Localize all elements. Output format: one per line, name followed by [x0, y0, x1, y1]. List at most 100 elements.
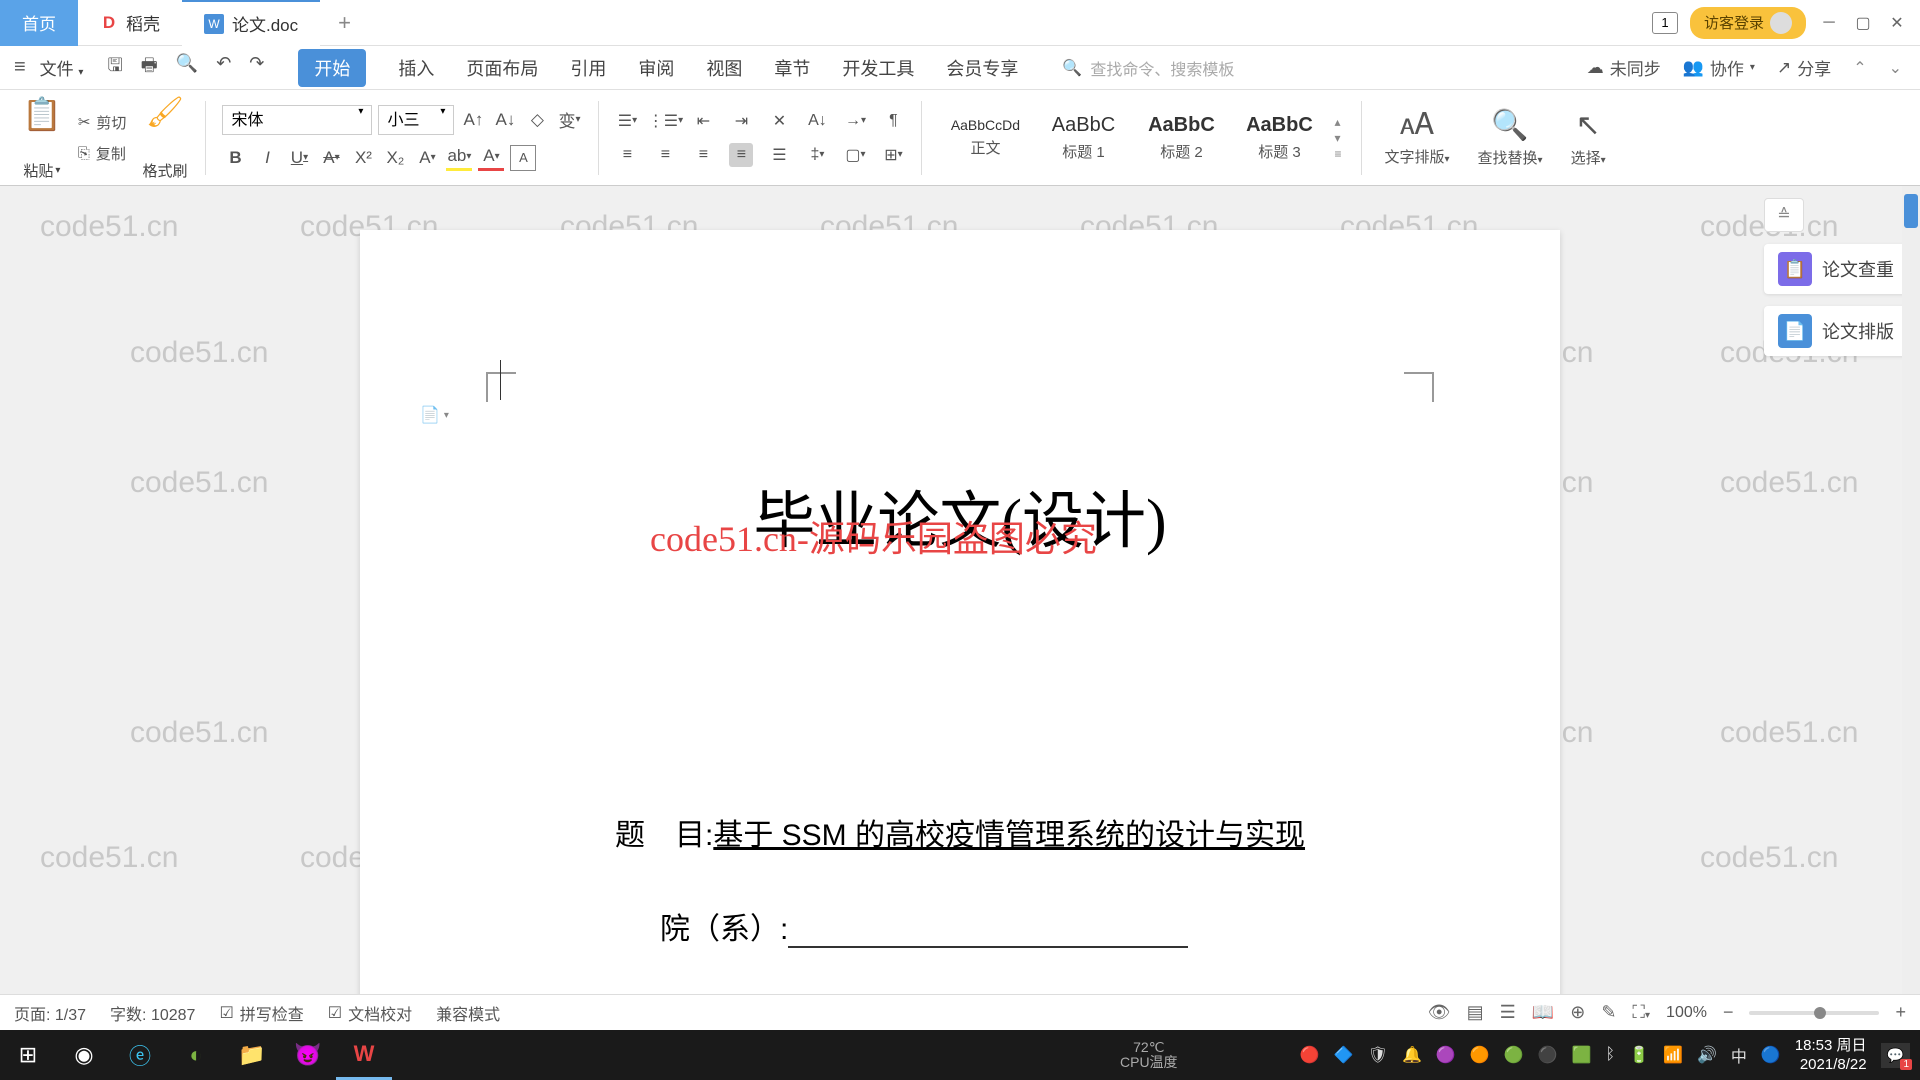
- char-border-button[interactable]: A: [510, 145, 536, 171]
- scrollbar-thumb[interactable]: [1904, 194, 1918, 228]
- tray-app2-icon[interactable]: 🟣: [1436, 1045, 1456, 1065]
- obs-icon[interactable]: ◉: [56, 1030, 112, 1080]
- word-count[interactable]: 字数: 10287: [110, 1001, 195, 1025]
- page-indicator[interactable]: 页面: 1/37: [14, 1001, 86, 1025]
- menu-tab-view[interactable]: 视图: [706, 49, 742, 87]
- line-spacing-icon[interactable]: ‡▾: [805, 143, 829, 167]
- tab-settings-icon[interactable]: →▾: [843, 109, 867, 133]
- strikethrough-button[interactable]: A▾: [318, 145, 344, 171]
- align-right-icon[interactable]: ≡: [691, 143, 715, 167]
- command-search[interactable]: 🔍 查找命令、搜索模板: [1042, 56, 1234, 80]
- document-area[interactable]: code51.cn code51.cn code51.cn code51.cn …: [0, 186, 1920, 1022]
- brush-icon[interactable]: 🖌: [146, 95, 184, 130]
- side-toggle-button[interactable]: ≙: [1764, 198, 1804, 232]
- ie-icon[interactable]: ⓔ: [112, 1030, 168, 1080]
- text-layout-button[interactable]: 🗚 文字排版▾: [1370, 108, 1463, 167]
- zoom-level[interactable]: 100%: [1666, 1004, 1707, 1022]
- menu-tab-insert[interactable]: 插入: [398, 49, 434, 87]
- tab-home[interactable]: 首页: [0, 0, 78, 46]
- doc-options-button[interactable]: 📄 ▾: [420, 405, 449, 425]
- menu-tab-member[interactable]: 会员专享: [946, 49, 1018, 87]
- distribute-icon[interactable]: ☰: [767, 143, 791, 167]
- borders-icon[interactable]: ⊞▾: [881, 143, 905, 167]
- page-content[interactable]: code51.cn-源码乐园盗图必究 毕业论文(设计) 题 目:基于 SSM 的…: [360, 230, 1560, 1022]
- style-heading1[interactable]: AaBbC 标题 1: [1036, 100, 1130, 176]
- italic-button[interactable]: I: [254, 145, 280, 171]
- proofread-toggle[interactable]: ☑文档校对: [328, 1001, 412, 1025]
- tray-volume-icon[interactable]: 🔊: [1697, 1045, 1717, 1065]
- notification-button[interactable]: 💬1: [1881, 1043, 1910, 1068]
- tray-battery-icon[interactable]: 🔋: [1629, 1045, 1649, 1065]
- spellcheck-toggle[interactable]: ☑拼写检查: [219, 1001, 303, 1025]
- menu-tab-layout[interactable]: 页面布局: [466, 49, 538, 87]
- tray-bluetooth-icon[interactable]: ᛒ: [1606, 1046, 1616, 1064]
- decrease-font-icon[interactable]: A↓: [492, 107, 518, 133]
- subscript-button[interactable]: X₂: [382, 145, 408, 171]
- sort-icon[interactable]: A↓: [805, 109, 829, 133]
- chrome-icon[interactable]: ◐: [168, 1030, 224, 1080]
- style-heading3[interactable]: AaBbC 标题 3: [1232, 100, 1326, 176]
- copy-button[interactable]: ⎘复制: [78, 143, 127, 164]
- vertical-scrollbar[interactable]: [1902, 186, 1920, 1022]
- zoom-in-icon[interactable]: +: [1895, 1002, 1906, 1023]
- tray-bell-icon[interactable]: 🔔: [1402, 1045, 1422, 1065]
- outline-icon[interactable]: ☰: [1500, 1002, 1516, 1023]
- tray-app5-icon[interactable]: 🔵: [1761, 1045, 1781, 1065]
- web-layout-icon[interactable]: ⊕: [1570, 1002, 1585, 1023]
- tray-app3-icon[interactable]: 🟠: [1470, 1045, 1490, 1065]
- minimize-button[interactable]: ─: [1818, 12, 1840, 34]
- phonetic-icon[interactable]: 变▾: [556, 107, 582, 133]
- window-count-badge[interactable]: 1: [1652, 12, 1678, 34]
- file-menu[interactable]: 文件 ▾: [40, 55, 84, 80]
- wps-icon[interactable]: W: [336, 1030, 392, 1080]
- eye-icon[interactable]: 👁: [1428, 1002, 1451, 1023]
- print-icon[interactable]: 🖶: [141, 53, 158, 83]
- font-name-select[interactable]: 宋体▾: [222, 105, 372, 135]
- tray-ime-icon[interactable]: 中: [1731, 1043, 1747, 1067]
- tab-document[interactable]: W 论文.doc: [182, 0, 320, 46]
- taskbar-clock[interactable]: 18:53 周日 2021/8/22: [1795, 1036, 1867, 1075]
- fit-icon[interactable]: ⛶▾: [1632, 1002, 1650, 1023]
- menu-tab-chapter[interactable]: 章节: [774, 49, 810, 87]
- close-button[interactable]: ✕: [1886, 12, 1908, 34]
- sync-status[interactable]: ☁未同步: [1587, 55, 1661, 80]
- zoom-out-icon[interactable]: −: [1723, 1002, 1734, 1023]
- start-button[interactable]: ⊞: [0, 1030, 56, 1080]
- app-icon[interactable]: 😈: [280, 1030, 336, 1080]
- increase-indent-icon[interactable]: ⇥: [729, 109, 753, 133]
- zoom-thumb[interactable]: [1814, 1007, 1826, 1019]
- menu-tab-start[interactable]: 开始: [298, 49, 366, 87]
- font-size-select[interactable]: 小三▾: [378, 105, 454, 135]
- preview-icon[interactable]: 🔍: [176, 53, 198, 83]
- style-normal[interactable]: AaBbCcDd 正文: [938, 100, 1032, 176]
- style-expand-icon[interactable]: ≡: [1334, 147, 1341, 161]
- share-button[interactable]: ↗分享: [1777, 55, 1831, 80]
- collab-button[interactable]: 👥协作 ▾: [1683, 55, 1755, 80]
- asian-layout-icon[interactable]: ✕: [767, 109, 791, 133]
- menu-tab-reference[interactable]: 引用: [570, 49, 606, 87]
- align-justify-icon[interactable]: ≡: [729, 143, 753, 167]
- tray-nvidia-icon[interactable]: 🟩: [1572, 1045, 1592, 1065]
- save-icon[interactable]: 🖫: [107, 53, 122, 83]
- font-color-button[interactable]: A▾: [478, 145, 504, 171]
- menu-tab-review[interactable]: 审阅: [638, 49, 674, 87]
- select-button[interactable]: ↖ 选择▾: [1557, 108, 1620, 168]
- paste-button[interactable]: 粘贴▾: [23, 160, 60, 181]
- paper-layout-button[interactable]: 📄 论文排版: [1764, 306, 1908, 356]
- align-center-icon[interactable]: ≡: [653, 143, 677, 167]
- undo-icon[interactable]: ↶: [216, 53, 231, 83]
- decrease-indent-icon[interactable]: ⇤: [691, 109, 715, 133]
- cut-button[interactable]: ✂剪切: [78, 112, 127, 133]
- bullets-icon[interactable]: ☰▾: [615, 109, 639, 133]
- maximize-button[interactable]: ▢: [1852, 12, 1874, 34]
- print-layout-icon[interactable]: ▤: [1467, 1002, 1484, 1023]
- menu-tab-devtools[interactable]: 开发工具: [842, 49, 914, 87]
- paste-icon[interactable]: 📋: [22, 95, 62, 133]
- tray-app1-icon[interactable]: 🔷: [1334, 1045, 1354, 1065]
- tray-douyin-icon[interactable]: 🔴: [1300, 1045, 1320, 1065]
- add-tab-button[interactable]: +: [320, 10, 369, 36]
- clear-format-icon[interactable]: ◇: [524, 107, 550, 133]
- tray-wechat-icon[interactable]: 🟢: [1504, 1045, 1524, 1065]
- align-left-icon[interactable]: ≡: [615, 143, 639, 167]
- reading-icon[interactable]: 📖: [1532, 1002, 1554, 1023]
